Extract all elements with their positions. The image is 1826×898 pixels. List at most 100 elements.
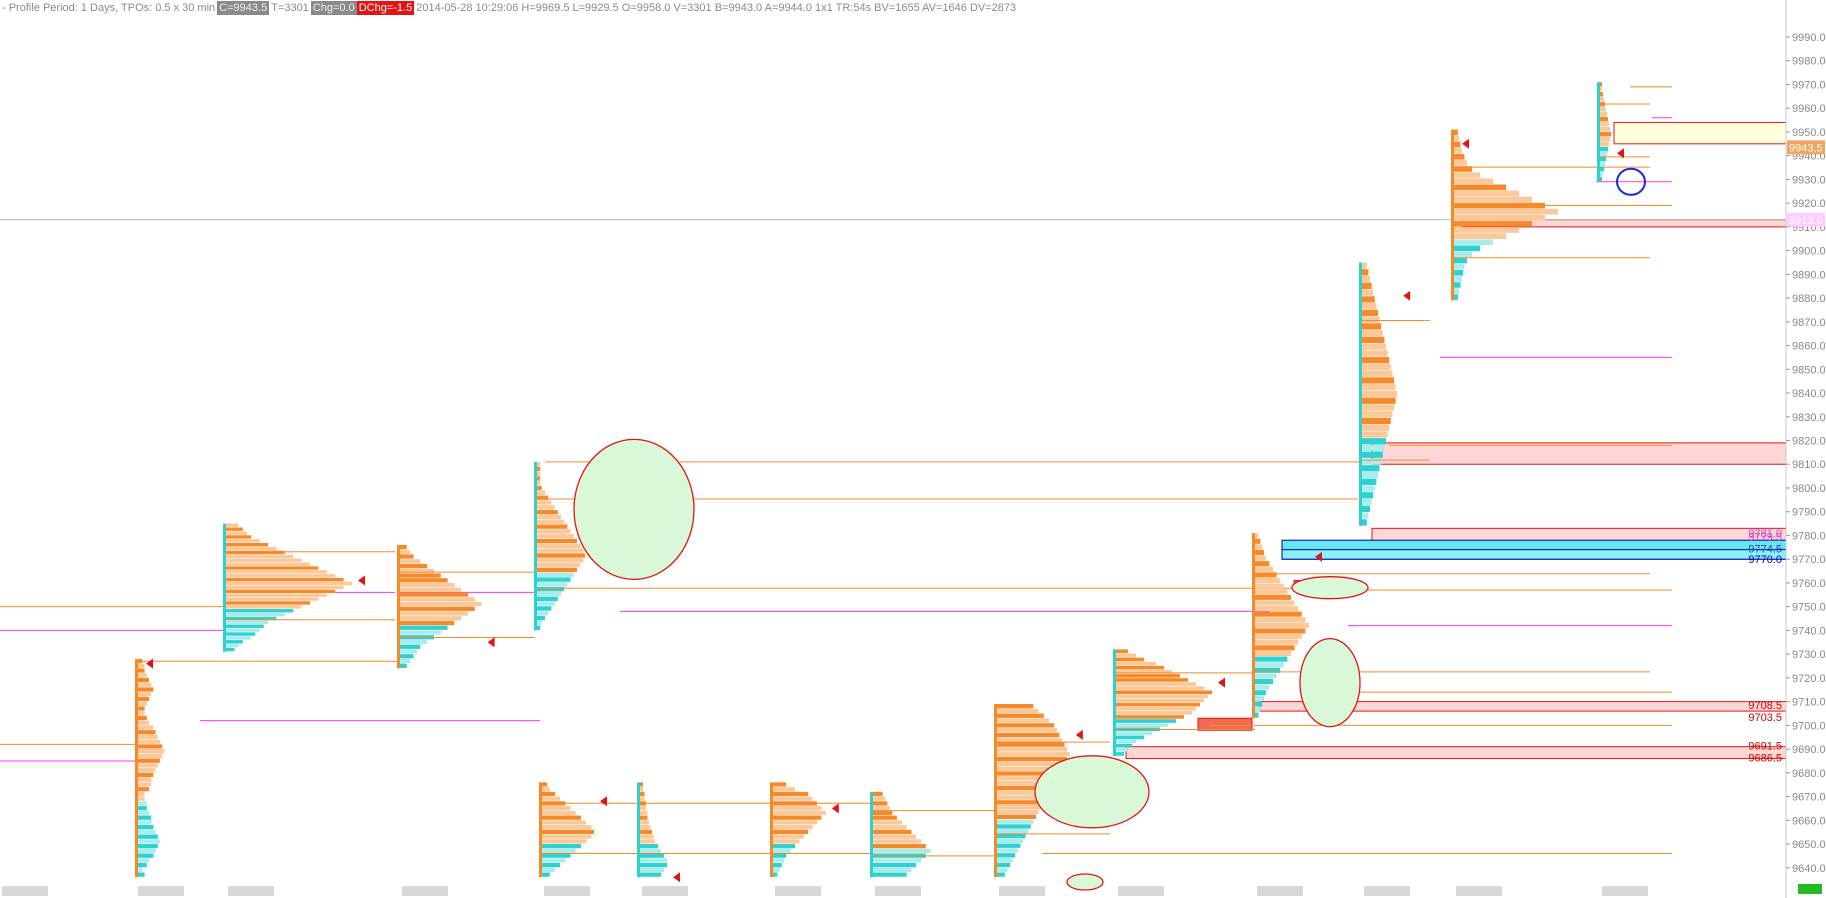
tpo-bar [773,858,784,863]
tpo-profile [397,544,535,669]
tpo-bar [1255,634,1302,640]
tpo-bar [773,782,787,787]
tpo-bar [138,829,156,835]
tpo-bar [773,791,809,797]
tpo-bar [1600,107,1606,112]
tpo-bar [138,848,156,854]
tpo-bar [997,805,1042,810]
tpo-bar [1600,111,1607,117]
tpo-bar [640,820,649,825]
tpo-bar [542,853,571,858]
tpo-bar [873,834,917,839]
tpo-bar [1362,417,1391,425]
tpo-bar [542,844,581,849]
tpo-bar [1255,606,1299,612]
price-tick-label: 9750.0 [1792,602,1826,614]
tpo-bar [138,725,154,730]
tpo-bar [226,550,285,555]
tpo-bar [997,718,1049,723]
annotation-ellipse [1299,637,1361,728]
tpo-bar [138,749,165,754]
poc-marker [146,658,153,669]
tpo-profile [1113,649,1255,757]
tpo-bar [400,611,468,616]
tpo-bar [1600,82,1602,87]
price-tick-label: 9640.0 [1792,863,1826,875]
tpo-bar [997,703,1034,709]
tpo-bar [773,839,800,844]
tpo-bar [400,578,448,583]
tpo-bar [534,461,537,631]
tpo-bar [997,728,1057,733]
tpo-bar [537,553,585,558]
tpo-bar [1255,555,1266,561]
tpo-bar [1362,397,1396,404]
tpo-bar [138,701,147,706]
price-tick-label: 9930.0 [1792,174,1826,186]
tpo-bar [773,806,822,811]
tpo-bar [1454,135,1460,142]
tpo-bar [537,524,568,529]
tpo-bar [138,867,143,873]
tpo-bar [135,658,138,878]
tpo-bar [1116,661,1156,666]
tpo-bar [773,810,826,816]
tpo-bar [997,829,1029,834]
tpo-bar [1454,282,1461,288]
tpo-bar [537,505,555,510]
tpo-bar [1255,656,1288,662]
tpo-bar [226,647,235,652]
tpo-bar [400,644,421,649]
tpo-bar [1116,702,1200,707]
tpo-bar [1454,184,1506,191]
tpo-bar [226,636,252,640]
poc-marker [1462,138,1469,149]
tpo-bar [537,606,552,611]
annotation-ellipse [1291,576,1369,600]
tpo-bar [400,616,462,621]
tpo-bar [226,605,302,609]
tpo-bar [1116,715,1184,719]
date-tick-box [642,886,688,896]
tpo-bar [773,787,795,792]
tpo-bar [873,848,931,854]
poc-marker [358,575,365,586]
level-price-label: 9779.5 [1748,532,1782,544]
zone-rect [1613,121,1787,145]
tpo-bar [537,476,541,481]
tpo-bar [873,820,902,825]
tpo-bar [873,810,893,816]
tpo-bar [542,858,566,863]
tpo-bar [226,597,319,601]
tpo-bar [1454,233,1506,239]
time-axis [2,884,1822,896]
tpo-bar [537,529,571,534]
tpo-bar [400,620,455,626]
price-tick-label: 9880.0 [1792,293,1826,305]
tpo-bar [400,625,448,630]
market-profile-chart[interactable]: 9640.0 9650.0 9660.0 9670.0 9680.0 9690.0 9700… [0,0,1826,898]
tpo-bar [226,523,239,527]
date-tick-box [775,886,821,896]
tpo-profile [539,782,640,878]
date-tick-box [1602,886,1648,896]
tpo-bar [1116,747,1128,752]
tpo-bar [1362,303,1377,310]
tpo-bar [537,500,552,505]
tpo-bar [1454,221,1532,227]
poc-marker [487,637,495,648]
tpo-bar [542,815,581,820]
tpo-bar [1454,172,1480,178]
tpo-bar [640,815,648,820]
tpo-bar [1255,611,1302,617]
tpo-bar [1255,701,1263,707]
price-tick-label: 9660.0 [1792,815,1826,827]
tpo-bar [1600,176,1602,182]
tpo-bar [537,582,568,587]
tpo-bar [1255,650,1291,657]
tpo-bar [640,863,667,868]
date-tick-box [1456,886,1502,896]
tpo-bar [1454,190,1519,197]
tpo-bar [537,538,577,544]
tpo-bar [537,466,541,471]
